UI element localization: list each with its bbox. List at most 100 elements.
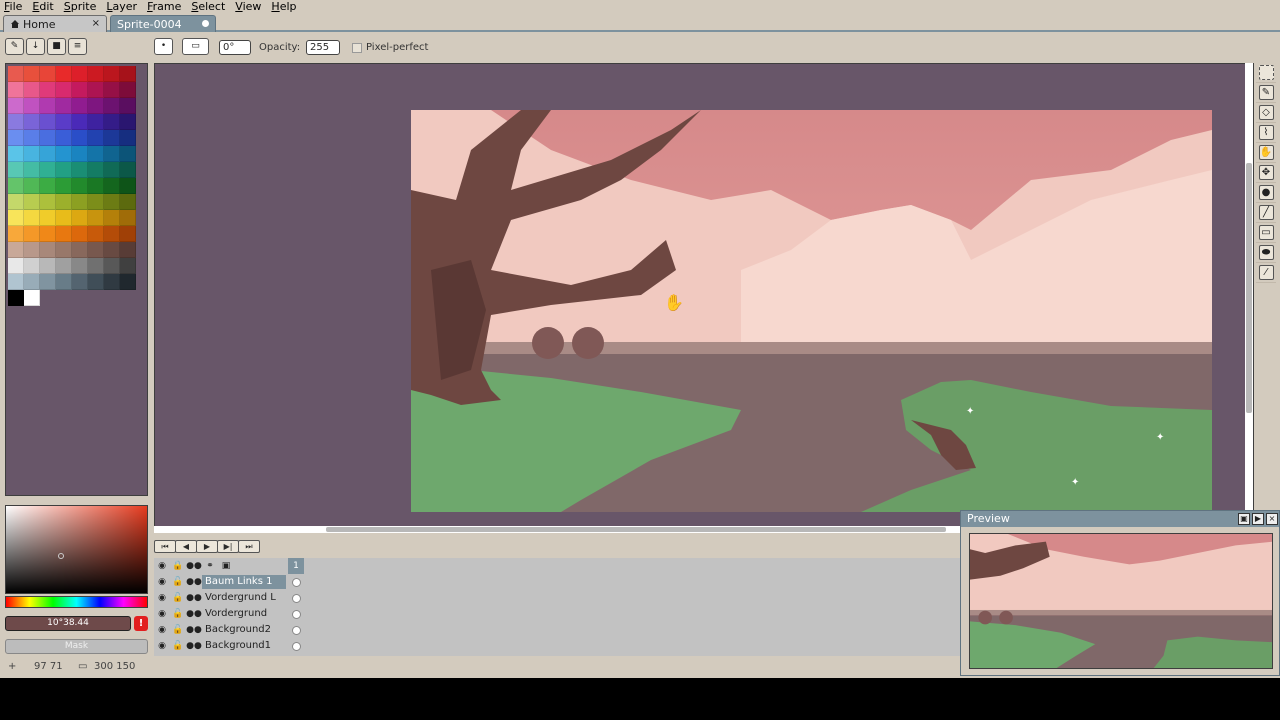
palette-swatch[interactable] [8,178,24,194]
layer-row[interactable]: ◉ 🔓 ●● Background1 [154,638,304,654]
palette-swatch[interactable] [56,98,72,114]
palette-swatch[interactable] [40,194,56,210]
palette-swatch[interactable] [40,162,56,178]
palette-swatch[interactable] [104,274,120,290]
palette-swatch[interactable] [24,242,40,258]
palette-swatch[interactable] [88,66,104,82]
palette-swatch[interactable] [8,66,24,82]
palette-swatch[interactable] [8,226,24,242]
lock-icon[interactable]: 🔓 [170,593,186,603]
palette-swatch[interactable] [88,146,104,162]
color-cursor[interactable] [58,553,64,559]
preview-mode-icon[interactable]: ▣ [1238,513,1250,525]
palette-swatch[interactable] [104,146,120,162]
palette-swatch[interactable] [24,194,40,210]
palette-swatch[interactable] [120,258,136,274]
palette-swatch[interactable] [8,114,24,130]
palette-swatch[interactable] [56,274,72,290]
palette-swatch[interactable] [104,226,120,242]
palette-swatch[interactable] [8,242,24,258]
visibility-header-icon[interactable]: ◉ [154,561,170,571]
palette-swatch[interactable] [72,258,88,274]
brush-type-icon[interactable]: • [154,38,173,55]
eye-icon[interactable]: ◉ [154,593,170,603]
continuous-header-icon[interactable]: ●● [186,561,202,571]
link-header-icon[interactable]: ⚭ [202,561,218,571]
palette-swatch[interactable] [40,178,56,194]
palette-swatch[interactable] [40,274,56,290]
color-spectrum[interactable] [5,505,148,594]
palette-swatch[interactable] [104,114,120,130]
palette-swatch[interactable] [104,130,120,146]
eye-icon[interactable]: ◉ [154,641,170,651]
palette-swatch[interactable] [120,194,136,210]
palette-swatch[interactable] [72,146,88,162]
palette-swatch[interactable] [56,258,72,274]
palette-swatch[interactable] [72,82,88,98]
palette-swatch[interactable] [120,242,136,258]
palette-swatch[interactable] [104,194,120,210]
menu-sprite[interactable]: Sprite [60,0,103,14]
hue-slider[interactable] [5,596,148,608]
palette-swatch[interactable] [56,66,72,82]
palette-swatch[interactable] [40,242,56,258]
play-icon[interactable]: ▶ [196,540,218,553]
palette-swatch[interactable] [8,130,24,146]
palette-swatch[interactable] [56,162,72,178]
palette-swatch[interactable] [40,82,56,98]
eyedropper-icon[interactable]: ⌇ [1256,123,1276,143]
palette-swatch[interactable] [24,274,40,290]
layer-cel[interactable] [288,574,304,590]
palette-swatch[interactable] [40,98,56,114]
palette-swatch[interactable] [88,194,104,210]
first-frame-icon[interactable]: ⏮ [154,540,176,553]
palette-swatch[interactable] [24,146,40,162]
vertical-scroll-thumb[interactable] [1246,163,1252,413]
eye-icon[interactable]: ◉ [154,609,170,619]
pencil-icon[interactable]: ✎ [1256,83,1276,103]
eraser-icon[interactable]: ◇ [1256,103,1276,123]
horizontal-scroll-thumb[interactable] [326,527,946,532]
hand-icon[interactable]: ✋ [1256,143,1276,163]
palette-swatch[interactable] [88,210,104,226]
palette-swatch[interactable] [104,178,120,194]
palette-swatch[interactable] [88,178,104,194]
frame-header-1[interactable]: 1 [288,558,304,574]
rectangle-icon[interactable]: ▭ [1256,223,1276,243]
palette-swatch[interactable] [72,162,88,178]
palette-swatch[interactable] [120,274,136,290]
palette-swatch[interactable] [56,226,72,242]
palette-swatch[interactable] [24,210,40,226]
palette-swatch[interactable] [24,66,40,82]
palette-swatch[interactable] [88,258,104,274]
palette-swatch[interactable] [56,146,72,162]
palette-swatch[interactable] [88,98,104,114]
menu-select[interactable]: Select [187,0,231,14]
eye-icon[interactable]: ◉ [154,625,170,635]
palette-swatch[interactable] [104,258,120,274]
palette-swatch[interactable] [72,194,88,210]
palette-swatch[interactable] [56,242,72,258]
palette-swatch[interactable] [24,82,40,98]
close-tab-icon[interactable]: × [92,16,100,31]
palette-swatch[interactable] [88,82,104,98]
palette-swatch[interactable] [104,210,120,226]
palette-swatch[interactable] [104,162,120,178]
layer-cel[interactable] [288,622,304,638]
next-frame-icon[interactable]: ▶| [217,540,239,553]
palette-swatch[interactable] [24,290,40,306]
vertical-scrollbar[interactable] [1245,63,1253,533]
palette-swatch[interactable] [8,210,24,226]
sprite-canvas[interactable]: ✦ ✦ ✦ ✋ [155,64,1254,533]
preview-close-icon[interactable]: × [1266,513,1278,525]
palette-swatch[interactable] [120,130,136,146]
layer-row[interactable]: ◉ 🔓 ●● Background2 [154,622,304,638]
move-icon[interactable]: ✥ [1256,163,1276,183]
palette-swatch[interactable] [88,274,104,290]
sprite-editor[interactable]: ✦ ✦ ✦ ✋ [154,63,1254,533]
palette-swatch[interactable] [56,82,72,98]
palette-swatch[interactable] [120,66,136,82]
menu-file[interactable]: File [0,0,28,14]
palette-swatch[interactable] [40,66,56,82]
lock-icon[interactable]: 🔓 [170,609,186,619]
